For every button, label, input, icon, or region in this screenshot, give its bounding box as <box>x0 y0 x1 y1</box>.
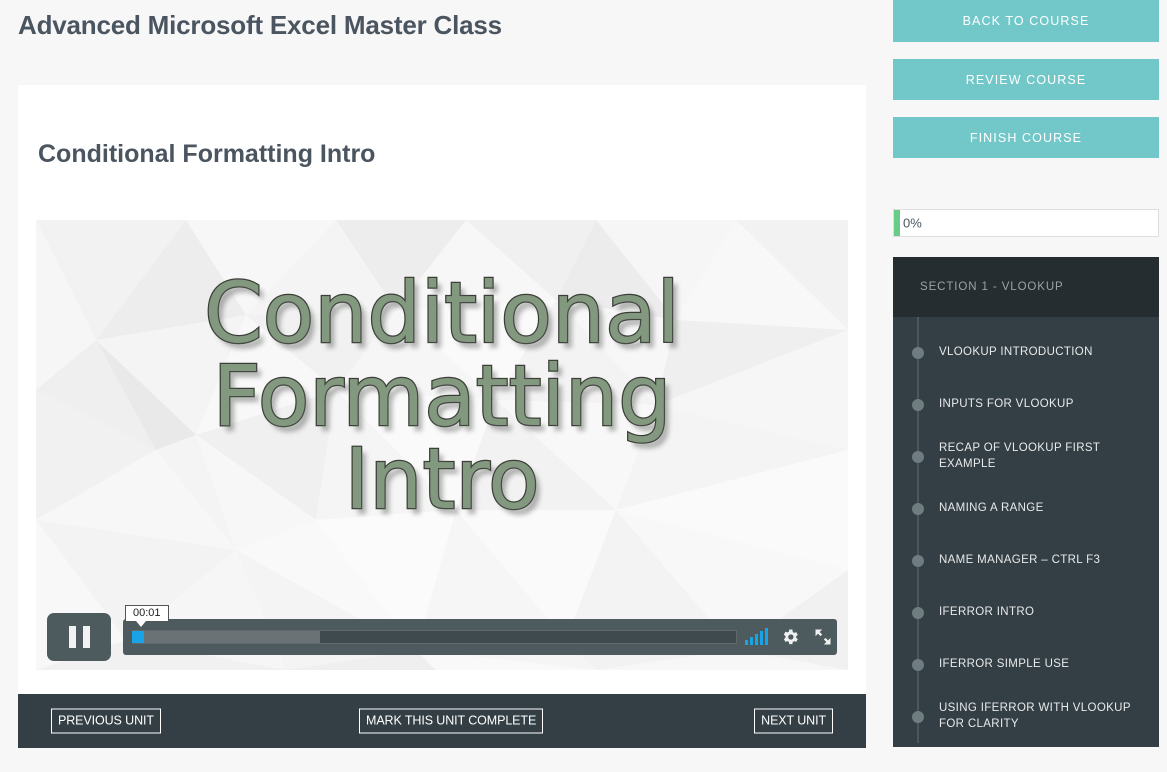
pause-icon-bar-left <box>68 626 76 648</box>
section-header: SECTION 1 - VLOOKUP <box>893 257 1159 317</box>
control-bar: 00:01 <box>123 605 837 655</box>
lesson-status-dot-icon <box>912 607 924 619</box>
lesson-timeline: VLOOKUP INTRODUCTION INPUTS FOR VLOOKUP … <box>893 317 1159 743</box>
lesson-list-panel: SECTION 1 - VLOOKUP VLOOKUP INTRODUCTION… <box>893 257 1159 747</box>
list-item[interactable]: IFERROR INTRO <box>893 587 1159 639</box>
course-progress-label: 0% <box>903 215 922 231</box>
pause-button[interactable] <box>47 613 111 661</box>
lesson-status-dot-icon <box>912 451 924 463</box>
list-item[interactable]: VLOOKUP INTRODUCTION <box>893 327 1159 379</box>
low-poly-background <box>36 220 848 670</box>
lesson-title: Conditional Formatting Intro <box>38 140 376 168</box>
fullscreen-icon[interactable] <box>813 627 833 647</box>
lesson-status-dot-icon <box>912 555 924 567</box>
list-item[interactable]: USING IFERROR WITH VLOOKUP FOR CLARITY <box>893 691 1159 743</box>
list-item[interactable]: INPUTS FOR VLOOKUP <box>893 379 1159 431</box>
finish-course-button[interactable]: FINISH COURSE <box>893 117 1159 158</box>
lesson-status-dot-icon <box>912 399 924 411</box>
list-item-label: RECAP OF VLOOKUP FIRST EXAMPLE <box>939 442 1101 470</box>
course-player-page: Advanced Microsoft Excel Master Class Co… <box>0 0 1167 772</box>
list-item[interactable]: RECAP OF VLOOKUP FIRST EXAMPLE <box>893 431 1159 483</box>
list-item-label: NAMING A RANGE <box>939 502 1044 515</box>
lesson-status-dot-icon <box>912 503 924 515</box>
list-item-label: IFERROR SIMPLE USE <box>939 658 1070 671</box>
current-time-tooltip: 00:01 <box>125 605 169 622</box>
list-item-label: VLOOKUP INTRODUCTION <box>939 346 1093 359</box>
seek-buffered <box>132 631 320 643</box>
seek-bar[interactable]: 00:01 <box>125 605 737 644</box>
unit-navigation-bar: PREVIOUS UNIT MARK THIS UNIT COMPLETE NE… <box>18 694 866 748</box>
list-item-label: USING IFERROR WITH VLOOKUP FOR CLARITY <box>939 702 1131 730</box>
lesson-status-dot-icon <box>912 711 924 723</box>
gear-icon[interactable] <box>780 627 800 647</box>
page-title: Advanced Microsoft Excel Master Class <box>18 10 502 40</box>
lesson-status-dot-icon <box>912 347 924 359</box>
volume-bars-icon[interactable] <box>745 628 768 645</box>
list-item-label: IFERROR INTRO <box>939 606 1035 619</box>
list-item-label: INPUTS FOR VLOOKUP <box>939 398 1074 411</box>
sidebar: BACK TO COURSE REVIEW COURSE FINISH COUR… <box>893 0 1159 747</box>
list-item-label: NAME MANAGER – CTRL F3 <box>939 554 1101 567</box>
next-unit-button[interactable]: NEXT UNIT <box>754 708 833 734</box>
review-course-button[interactable]: REVIEW COURSE <box>893 59 1159 100</box>
previous-unit-button[interactable]: PREVIOUS UNIT <box>51 708 161 734</box>
course-progress-bar: 0% <box>893 209 1159 237</box>
course-progress-fill <box>894 210 900 236</box>
mark-unit-complete-button[interactable]: MARK THIS UNIT COMPLETE <box>359 708 544 734</box>
back-to-course-button[interactable]: BACK TO COURSE <box>893 0 1159 42</box>
list-item[interactable]: NAMING A RANGE <box>893 483 1159 535</box>
video-controls: 00:01 <box>47 605 837 661</box>
list-item[interactable]: NAME MANAGER – CTRL F3 <box>893 535 1159 587</box>
video-player[interactable]: Conditional Formatting Intro 00:01 <box>36 220 848 670</box>
lesson-card: Conditional Formatting Intro Conditional… <box>18 85 866 694</box>
lesson-status-dot-icon <box>912 659 924 671</box>
seek-played <box>132 631 145 643</box>
list-item[interactable]: IFERROR SIMPLE USE <box>893 639 1159 691</box>
pause-icon-bar-right <box>82 626 90 648</box>
